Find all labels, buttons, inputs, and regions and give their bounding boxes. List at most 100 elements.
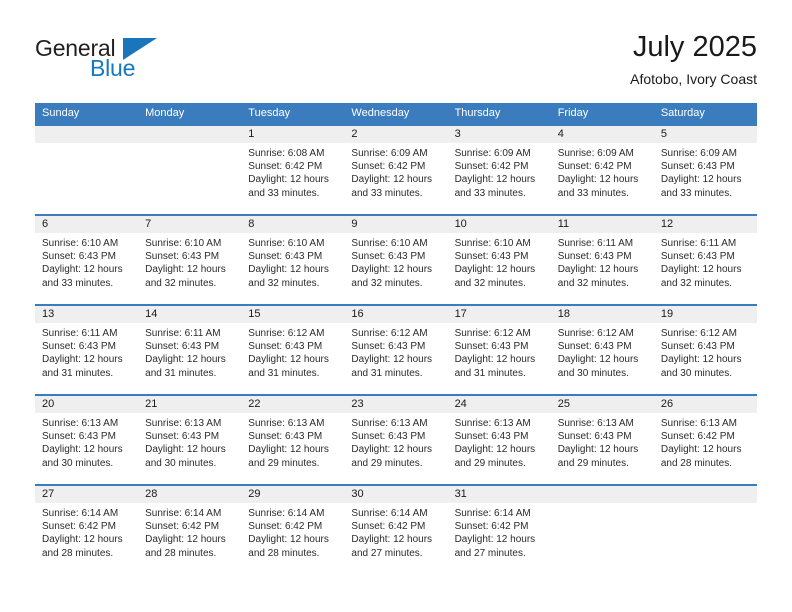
- weekday-header-row: Sunday Monday Tuesday Wednesday Thursday…: [35, 103, 757, 124]
- sunrise-text: Sunrise: 6:14 AM: [42, 508, 119, 519]
- sunrise-text: Sunrise: 6:09 AM: [557, 148, 634, 159]
- day-number: 14: [145, 308, 158, 320]
- day-number: 23: [351, 398, 364, 410]
- day-number: 3: [454, 128, 461, 140]
- sunrise-text: Sunrise: 6:13 AM: [42, 418, 119, 429]
- daylight-text-line1: Daylight: 12 hours: [660, 444, 742, 456]
- calendar-week-row: 20 21 22 23 24 25 26 Sunrise: 6:13 AM Su…: [35, 394, 757, 484]
- sunset-text: Sunset: 6:43 PM: [660, 161, 735, 173]
- day-number: 27: [42, 488, 55, 500]
- day-cell: Sunrise: 6:09 AM Sunset: 6:42 PM Dayligh…: [344, 143, 447, 214]
- sunrise-text: Sunrise: 6:09 AM: [660, 148, 737, 159]
- sunset-text: Sunset: 6:42 PM: [145, 521, 220, 533]
- daylight-text-line1: Daylight: 12 hours: [454, 264, 536, 276]
- daylight-text-line2: and 33 minutes.: [42, 277, 114, 289]
- day-number: 24: [454, 398, 467, 410]
- day-cell: Sunrise: 6:14 AM Sunset: 6:42 PM Dayligh…: [241, 503, 344, 574]
- day-cell: Sunrise: 6:10 AM Sunset: 6:43 PM Dayligh…: [241, 233, 344, 304]
- day-number: 28: [145, 488, 158, 500]
- daylight-text-line1: Daylight: 12 hours: [557, 354, 639, 366]
- page-title: July 2025: [632, 31, 757, 63]
- sunset-text: Sunset: 6:43 PM: [42, 341, 116, 353]
- day-cell: Sunrise: 6:13 AM Sunset: 6:43 PM Dayligh…: [448, 413, 551, 484]
- sunset-text: Sunset: 6:42 PM: [351, 161, 426, 173]
- daylight-text-line2: and 30 minutes.: [145, 457, 217, 469]
- day-cell: Sunrise: 6:13 AM Sunset: 6:42 PM Dayligh…: [654, 413, 757, 484]
- daylight-text-line2: and 31 minutes.: [454, 367, 526, 379]
- sunrise-text: Sunrise: 6:12 AM: [351, 328, 428, 339]
- week-day-number-band: 13 14 15 16 17 18 19: [35, 306, 757, 323]
- day-number: 26: [660, 398, 674, 410]
- day-cell: Sunrise: 6:09 AM Sunset: 6:42 PM Dayligh…: [551, 143, 654, 214]
- daylight-text-line2: and 33 minutes.: [351, 187, 423, 199]
- sunset-text: Sunset: 6:43 PM: [454, 251, 529, 263]
- weekday-header-monday: Monday: [145, 107, 185, 119]
- day-cell: Sunrise: 6:11 AM Sunset: 6:43 PM Dayligh…: [138, 323, 241, 394]
- day-cell: Sunrise: 6:11 AM Sunset: 6:43 PM Dayligh…: [35, 323, 138, 394]
- daylight-text-line1: Daylight: 12 hours: [660, 264, 742, 276]
- daylight-text-line1: Daylight: 12 hours: [351, 444, 433, 456]
- daylight-text-line1: Daylight: 12 hours: [145, 444, 226, 456]
- weekday-header-saturday: Saturday: [660, 107, 705, 119]
- daylight-text-line1: Daylight: 12 hours: [454, 174, 536, 186]
- day-cell: Sunrise: 6:14 AM Sunset: 6:42 PM Dayligh…: [35, 503, 138, 574]
- day-cell: Sunrise: 6:12 AM Sunset: 6:43 PM Dayligh…: [241, 323, 344, 394]
- daylight-text-line2: and 31 minutes.: [42, 367, 114, 379]
- sunrise-text: Sunrise: 6:14 AM: [454, 508, 531, 519]
- day-number: 16: [351, 308, 364, 320]
- calendar-week-row: 1 2 3 4 5 Sunrise: 6:08 AM Sunset: 6:42 …: [35, 124, 757, 214]
- day-cell: Sunrise: 6:09 AM Sunset: 6:42 PM Dayligh…: [448, 143, 551, 214]
- calendar-grid: Sunday Monday Tuesday Wednesday Thursday…: [35, 103, 757, 574]
- day-cell: [35, 143, 138, 214]
- sunset-text: Sunset: 6:43 PM: [248, 431, 323, 443]
- sunset-text: Sunset: 6:43 PM: [557, 251, 632, 263]
- day-number: 5: [660, 128, 667, 140]
- day-number: [654, 486, 757, 503]
- daylight-text-line1: Daylight: 12 hours: [42, 534, 123, 546]
- day-cell: Sunrise: 6:11 AM Sunset: 6:43 PM Dayligh…: [551, 233, 654, 304]
- sunset-text: Sunset: 6:43 PM: [42, 431, 116, 443]
- day-number: [551, 486, 654, 503]
- calendar-week-row: 13 14 15 16 17 18 19 Sunrise: 6:11 AM Su…: [35, 304, 757, 394]
- daylight-text-line2: and 28 minutes.: [248, 547, 320, 559]
- sunset-text: Sunset: 6:43 PM: [145, 251, 220, 263]
- day-cell: Sunrise: 6:14 AM Sunset: 6:42 PM Dayligh…: [138, 503, 241, 574]
- day-number: 11: [557, 218, 570, 230]
- sunrise-text: Sunrise: 6:14 AM: [145, 508, 222, 519]
- sunrise-text: Sunrise: 6:09 AM: [454, 148, 531, 159]
- sunset-text: Sunset: 6:43 PM: [557, 431, 632, 443]
- day-number: [35, 126, 138, 143]
- week-day-number-band: 20 21 22 23 24 25 26: [35, 396, 757, 413]
- sunrise-text: Sunrise: 6:09 AM: [351, 148, 428, 159]
- day-number: [138, 126, 241, 143]
- weekday-header-wednesday: Wednesday: [351, 107, 410, 119]
- day-cell: Sunrise: 6:12 AM Sunset: 6:43 PM Dayligh…: [654, 323, 757, 394]
- daylight-text-line2: and 32 minutes.: [248, 277, 320, 289]
- sunrise-text: Sunrise: 6:11 AM: [145, 328, 221, 339]
- daylight-text-line2: and 27 minutes.: [351, 547, 423, 559]
- week-day-number-band: 1 2 3 4 5: [35, 126, 757, 143]
- daylight-text-line2: and 32 minutes.: [454, 277, 526, 289]
- day-number: 20: [42, 398, 55, 410]
- day-number: 31: [454, 488, 467, 500]
- daylight-text-line2: and 31 minutes.: [248, 367, 320, 379]
- daylight-text-line1: Daylight: 12 hours: [557, 444, 639, 456]
- sunrise-text: Sunrise: 6:13 AM: [145, 418, 222, 429]
- day-number: 1: [248, 128, 255, 140]
- sunset-text: Sunset: 6:42 PM: [351, 521, 426, 533]
- daylight-text-line2: and 30 minutes.: [660, 367, 733, 379]
- weekday-header-thursday: Thursday: [454, 107, 501, 119]
- day-number: 19: [660, 308, 674, 320]
- daylight-text-line2: and 33 minutes.: [660, 187, 733, 199]
- daylight-text-line1: Daylight: 12 hours: [42, 264, 123, 276]
- day-number: 9: [351, 218, 358, 230]
- sunrise-text: Sunrise: 6:10 AM: [248, 238, 325, 249]
- daylight-text-line2: and 32 minutes.: [660, 277, 733, 289]
- day-cell: Sunrise: 6:11 AM Sunset: 6:43 PM Dayligh…: [654, 233, 757, 304]
- daylight-text-line1: Daylight: 12 hours: [248, 444, 329, 456]
- sunset-text: Sunset: 6:43 PM: [145, 341, 220, 353]
- sunrise-text: Sunrise: 6:13 AM: [248, 418, 325, 429]
- sunrise-text: Sunrise: 6:14 AM: [248, 508, 325, 519]
- day-cell: Sunrise: 6:13 AM Sunset: 6:43 PM Dayligh…: [138, 413, 241, 484]
- daylight-text-line2: and 31 minutes.: [145, 367, 217, 379]
